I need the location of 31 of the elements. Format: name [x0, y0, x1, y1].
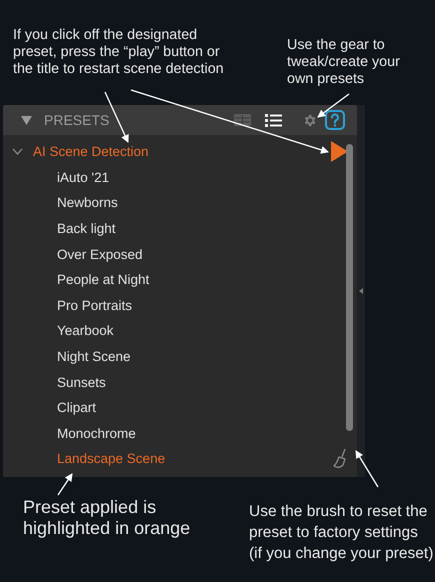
annotation-text: Preset applied is highlighted in orange	[23, 497, 192, 540]
scrollbar[interactable]	[346, 144, 353, 431]
preset-item[interactable]: Sunsets	[57, 374, 106, 390]
side-handle[interactable]	[357, 105, 365, 477]
preset-item[interactable]: Monochrome	[57, 426, 136, 441]
help-icon[interactable]	[325, 110, 345, 130]
preset-item[interactable]: Over Exposed	[57, 246, 143, 262]
preset-item[interactable]: iAuto '21	[57, 170, 110, 185]
arrow	[57, 473, 73, 496]
chevron-icon[interactable]	[12, 148, 23, 156]
panel-title: PRESETS	[44, 112, 110, 128]
preset-item[interactable]: Landscape Scene	[57, 451, 166, 466]
preset-item[interactable]: Night Scene	[57, 349, 131, 364]
preset-item[interactable]: Yearbook	[57, 323, 114, 338]
preset-item[interactable]: Back light	[57, 221, 116, 236]
annotation-text: Use the gear to tweak/create your own presets	[287, 37, 401, 88]
grid-view-icon[interactable]	[234, 114, 251, 126]
brush-icon[interactable]	[333, 448, 348, 469]
list-view-icon[interactable]	[265, 114, 282, 126]
collapse-arrow-icon[interactable]	[359, 288, 363, 294]
preset-group-item[interactable]: AI Scene Detection	[33, 144, 149, 160]
preset-item[interactable]: Newborns	[57, 195, 118, 210]
collapse-triangle-icon[interactable]	[21, 116, 32, 124]
preset-item[interactable]: Pro Portraits	[57, 298, 132, 313]
annotation-text: If you click off the designated preset, press the “play” button or the title to restart scene detection	[13, 27, 225, 78]
preset-item[interactable]: Clipart	[57, 400, 96, 416]
annotation-text: Use the brush to reset the preset to factory settings (if you change your preset)	[249, 502, 434, 564]
preset-item[interactable]: People at Night	[57, 272, 150, 288]
play-icon[interactable]	[331, 141, 348, 162]
settings-icon[interactable]	[302, 112, 317, 128]
arrow	[355, 450, 379, 488]
